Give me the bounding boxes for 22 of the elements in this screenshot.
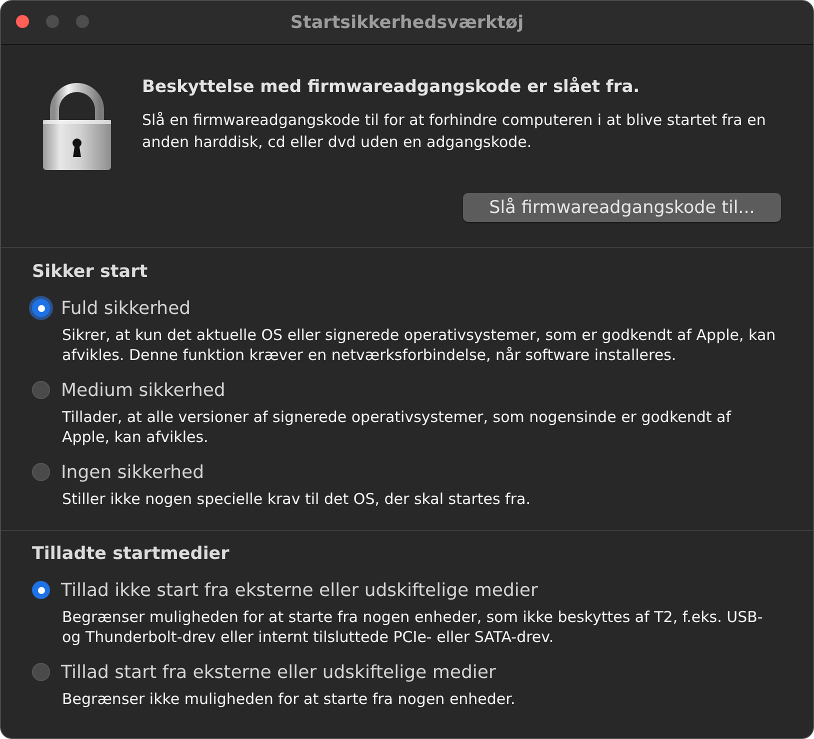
padlock-icon xyxy=(42,82,112,170)
option-label[interactable]: Tillad ikke start fra eksterne eller udskiftelige medier xyxy=(61,580,538,600)
option-description: Tillader, at alle versioner af signerede operativsystemer, som nogensinde er godkendt af Apple, kan afvikles. xyxy=(62,407,732,447)
section-heading: Tilladte startmedier xyxy=(32,543,230,565)
status-description: Slå en firmwareadgangskode til for at forhindre computeren i at blive startet fra en anden harddisk, cd eller dvd uden en adgangskode. xyxy=(142,110,767,153)
radio-button[interactable] xyxy=(32,381,50,399)
option-label[interactable]: Medium sikkerhed xyxy=(61,380,226,400)
option-label[interactable]: Ingen sikkerhed xyxy=(61,462,204,482)
radio-button[interactable] xyxy=(32,463,50,481)
option-label[interactable]: Tillad start fra eksterne eller udskiftelige medier xyxy=(61,662,496,682)
enable-password-button[interactable]: Slå firmwareadgangskode til... xyxy=(463,193,781,222)
radio-button[interactable] xyxy=(32,581,50,599)
option-description: Stiller ikke nogen specielle krav til det OS, der skal startes fra. xyxy=(62,489,532,509)
window-title: Startsikkerhedsværktøj xyxy=(290,12,524,32)
close-button[interactable] xyxy=(16,15,29,28)
option-description: Begrænser muligheden for at starte fra nogen enheder, som ikke beskyttes af T2, f.eks. USB- og Thunderbolt-drev eller internt tilsluttede PCIe- eller SATA-drev. xyxy=(62,607,764,647)
status-heading: Beskyttelse med firmwareadgangskode er slået fra. xyxy=(142,77,641,97)
radio-button[interactable] xyxy=(32,663,50,681)
option-label[interactable]: Fuld sikkerhed xyxy=(61,298,191,318)
section-heading: Sikker start xyxy=(32,261,149,283)
option-description: Sikrer, at kun det aktuelle OS eller signerede operativsystemer, som er godkendt af Apple, kan afvikles. Denne funktion kræver en netværksforbindelse, når software installeres. xyxy=(62,325,777,365)
option-description: Begrænser ikke muligheden for at starte fra nogen enheder. xyxy=(62,689,516,709)
